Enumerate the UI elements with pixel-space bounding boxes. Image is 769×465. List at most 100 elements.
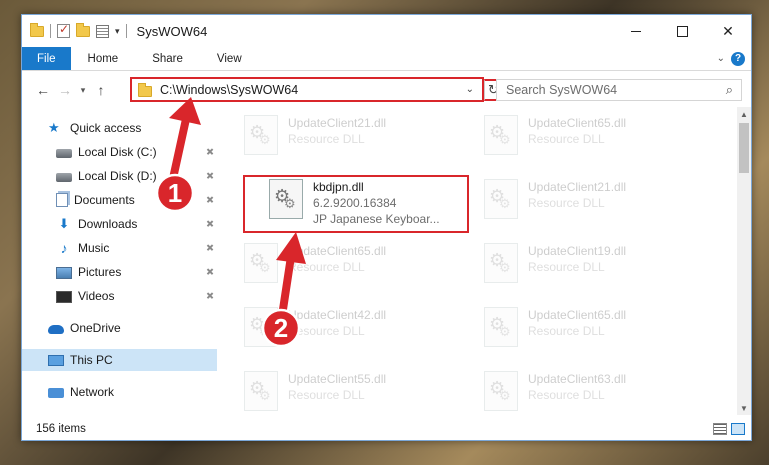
recent-locations-chevron-icon[interactable]: ▾ xyxy=(76,85,90,96)
sidebar-item-onedrive[interactable]: OneDrive xyxy=(22,317,217,339)
file-tile[interactable]: UpdateClient55.dll Resource DLL xyxy=(244,371,464,415)
vertical-scrollbar[interactable]: ▲ ▼ xyxy=(737,107,751,415)
dll-file-icon xyxy=(244,307,278,347)
file-tile[interactable]: UpdateClient65.dll Resource DLL xyxy=(244,243,464,293)
dll-file-icon xyxy=(244,115,278,155)
file-tile[interactable]: UpdateClient19.dll Resource DLL xyxy=(484,243,704,293)
file-name: UpdateClient63.dll xyxy=(528,372,627,386)
file-name: UpdateClient55.dll xyxy=(288,372,387,386)
search-box[interactable]: Search SysWOW64 ⌕ xyxy=(496,79,742,101)
sidebar-item-documents[interactable]: Documents ✚ xyxy=(22,189,217,211)
pin-icon[interactable]: ✚ xyxy=(202,193,216,207)
sidebar-item-this-pc[interactable]: This PC xyxy=(22,349,217,371)
drive-icon xyxy=(56,149,72,158)
sidebar-item-quick-access[interactable]: ★ Quick access xyxy=(22,117,217,139)
sidebar-item-label: Quick access xyxy=(70,121,142,135)
sidebar-item-label: Music xyxy=(78,241,110,255)
search-icon[interactable]: ⌕ xyxy=(726,82,733,98)
file-name: UpdateClient21.dll xyxy=(528,180,627,194)
properties-icon[interactable] xyxy=(96,24,109,38)
dll-file-icon xyxy=(484,179,518,219)
tab-file[interactable]: File xyxy=(22,47,71,70)
expand-ribbon-icon[interactable]: ⌄ xyxy=(717,53,725,64)
chevron-down-icon[interactable]: ▾ xyxy=(115,26,120,37)
ribbon-right: ⌄ ? xyxy=(717,47,751,70)
minimize-button[interactable] xyxy=(613,15,659,47)
pin-icon[interactable]: ✚ xyxy=(202,289,216,303)
status-bar: 156 items xyxy=(22,417,751,441)
tab-share[interactable]: Share xyxy=(135,47,200,70)
sidebar-item-pictures[interactable]: Pictures ✚ xyxy=(22,261,217,283)
chevron-down-icon[interactable]: ⌄ xyxy=(466,84,474,95)
tab-view[interactable]: View xyxy=(200,47,259,70)
file-type: Resource DLL xyxy=(288,388,365,402)
file-name: UpdateClient65.dll xyxy=(528,308,627,322)
toolbar-divider xyxy=(125,24,127,38)
computer-icon xyxy=(48,355,64,366)
file-tile[interactable]: UpdateClient65.dll Resource DLL xyxy=(484,307,704,357)
file-type: Resource DLL xyxy=(528,132,605,146)
pictures-icon xyxy=(56,266,72,279)
title-bar: ▾ SysWOW64 ✕ xyxy=(22,15,751,47)
up-arrow-icon[interactable]: ↑ xyxy=(90,82,112,98)
file-type: Resource DLL xyxy=(288,132,365,146)
new-folder-icon[interactable] xyxy=(76,22,90,37)
sidebar-item-videos[interactable]: Videos ✚ xyxy=(22,285,217,307)
sidebar-item-label: Local Disk (D:) xyxy=(78,169,157,183)
sidebar-item-local-disk-c[interactable]: Local Disk (C:) ✚ xyxy=(22,141,217,163)
file-list: UpdateClient21.dll Resource DLL UpdateCli… xyxy=(222,107,737,415)
sidebar-item-label: Downloads xyxy=(78,217,138,231)
file-name: UpdateClient19.dll xyxy=(528,244,627,258)
highlight-box-kbdjpn xyxy=(243,175,469,233)
pin-icon[interactable]: ✚ xyxy=(202,265,216,279)
file-tile[interactable]: UpdateClient63.dll Resource DLL xyxy=(484,371,704,415)
pin-icon[interactable]: ✚ xyxy=(202,241,216,255)
folder-icon xyxy=(30,22,44,37)
pin-icon[interactable]: ✚ xyxy=(202,145,216,159)
maximize-button[interactable] xyxy=(659,15,705,47)
scrollbar-thumb[interactable] xyxy=(739,123,749,173)
quick-access-toolbar: ▾ xyxy=(30,22,127,38)
scroll-down-icon[interactable]: ▼ xyxy=(737,401,751,415)
cloud-icon xyxy=(48,325,64,334)
network-icon xyxy=(48,388,64,398)
tiles-view-icon[interactable] xyxy=(731,423,745,435)
file-tile[interactable]: UpdateClient21.dll Resource DLL xyxy=(244,115,464,165)
download-icon: ⬇ xyxy=(58,216,70,231)
documents-icon xyxy=(56,193,68,207)
sidebar-item-downloads[interactable]: ⬇ Downloads ✚ xyxy=(22,213,217,235)
sidebar-item-label: Local Disk (C:) xyxy=(78,145,157,159)
item-count: 156 items xyxy=(36,423,86,435)
sidebar-item-label: Network xyxy=(70,385,115,399)
help-icon[interactable]: ? xyxy=(731,51,745,66)
navigation-pane: ★ Quick access Local Disk (C:) ✚ Local D… xyxy=(22,113,217,413)
dll-file-icon xyxy=(244,371,278,411)
tab-home[interactable]: Home xyxy=(71,47,136,70)
file-tile[interactable]: UpdateClient65.dll Resource DLL xyxy=(484,115,704,165)
pin-icon[interactable]: ✚ xyxy=(202,169,216,183)
music-icon: ♪ xyxy=(60,240,68,256)
file-tile[interactable]: UpdateClient21.dll Resource DLL xyxy=(484,179,704,229)
address-path[interactable]: C:\Windows\SysWOW64 xyxy=(160,83,298,97)
address-bar[interactable]: C:\Windows\SysWOW64 ⌄ xyxy=(130,77,484,102)
pin-icon[interactable]: ✚ xyxy=(202,217,216,231)
back-arrow-icon[interactable]: ← xyxy=(32,82,54,98)
sidebar-item-network[interactable]: Network xyxy=(22,381,217,403)
drive-icon xyxy=(56,173,72,182)
sidebar-item-label: This PC xyxy=(70,353,113,367)
file-type: Resource DLL xyxy=(528,324,605,338)
forward-arrow-icon[interactable]: → xyxy=(54,82,76,98)
file-type: Resource DLL xyxy=(288,260,365,274)
close-button[interactable]: ✕ xyxy=(705,15,751,47)
sidebar-item-label: Documents xyxy=(74,193,135,207)
file-tile[interactable]: UpdateClient42.dll Resource DLL xyxy=(244,307,464,357)
sidebar-item-local-disk-d[interactable]: Local Disk (D:) ✚ xyxy=(22,165,217,187)
search-input[interactable]: Search SysWOW64 xyxy=(506,83,726,97)
details-view-icon[interactable] xyxy=(713,423,727,435)
window-title: SysWOW64 xyxy=(136,23,208,39)
sidebar-item-music[interactable]: ♪ Music ✚ xyxy=(22,237,217,259)
file-type: Resource DLL xyxy=(528,260,605,274)
star-icon: ★ xyxy=(48,120,60,135)
scroll-up-icon[interactable]: ▲ xyxy=(737,107,751,121)
properties-check-icon[interactable] xyxy=(57,22,70,38)
